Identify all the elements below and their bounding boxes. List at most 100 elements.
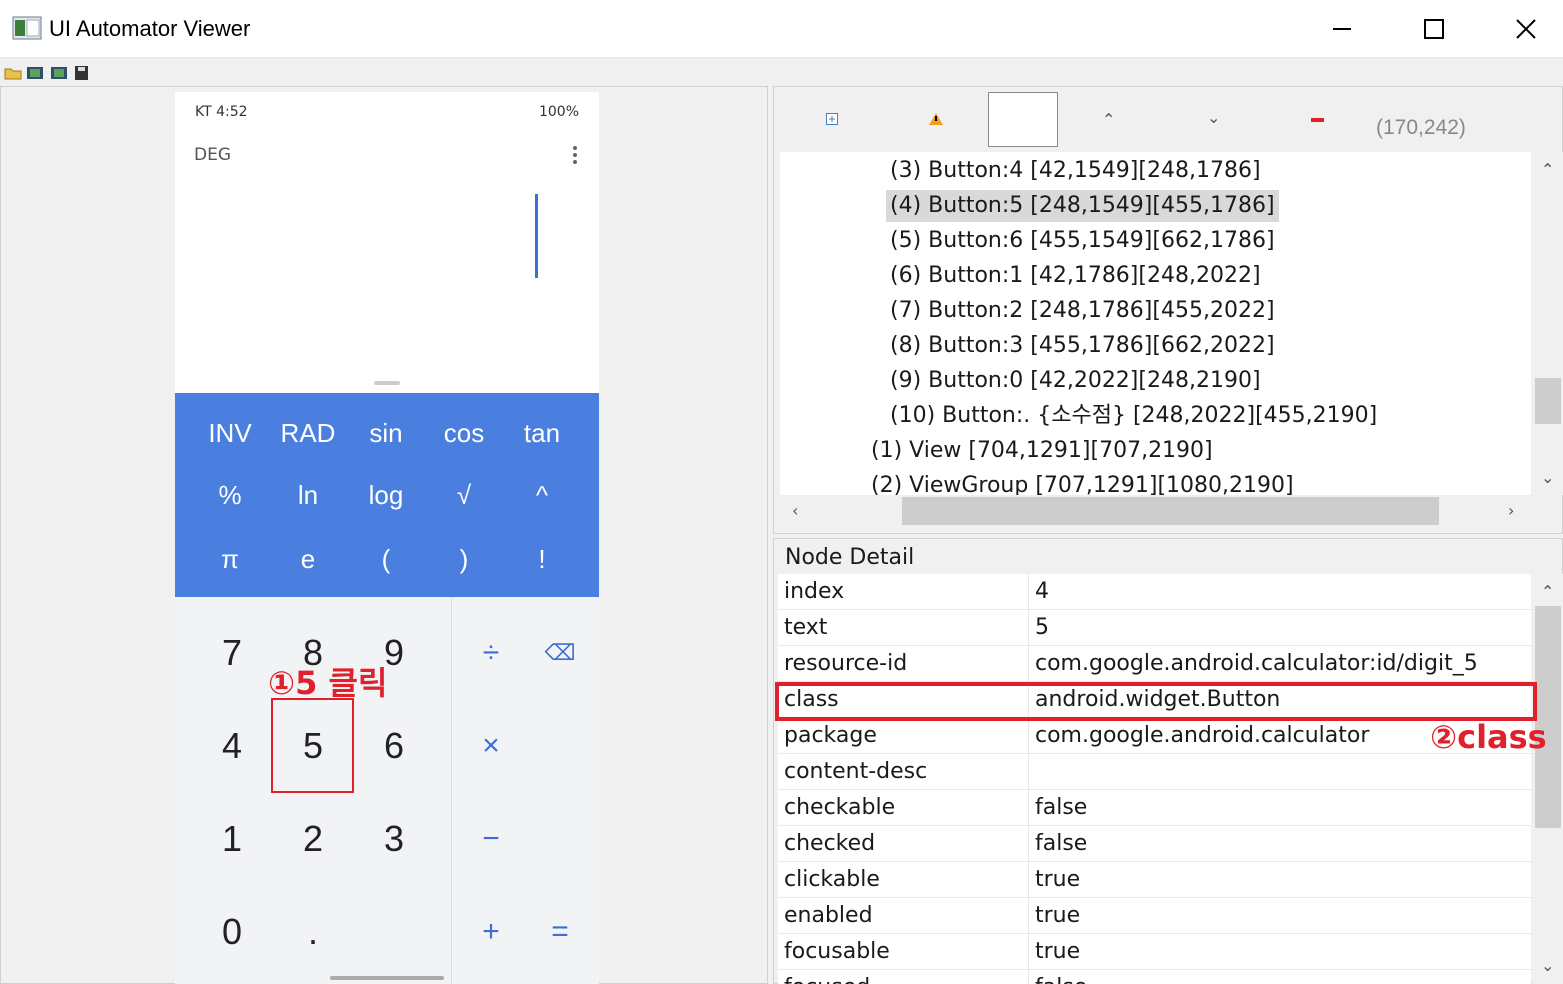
detail-key: enabled <box>784 903 873 928</box>
scientific-panel: INV RAD sin cos tan% ln log √ ^ π e()! <box>175 393 599 597</box>
warning-icon[interactable] <box>929 113 943 125</box>
sci-button[interactable]: e <box>269 539 347 579</box>
digit-button[interactable]: . <box>273 902 353 962</box>
detail-row[interactable]: checkable false <box>778 790 1531 826</box>
sci-button[interactable]: ) <box>425 539 503 579</box>
sci-button[interactable]: tan <box>503 413 581 453</box>
sci-button[interactable]: ln <box>269 475 347 515</box>
detail-row[interactable]: enabled true <box>778 898 1531 934</box>
expand-all-icon[interactable] <box>826 113 838 125</box>
tree-node[interactable]: (7) Button:2 [248,1786][455,2022] <box>886 295 1279 327</box>
tree-node[interactable]: (5) Button:6 [455,1549][662,1786] <box>886 225 1279 257</box>
column-divider <box>1028 574 1029 609</box>
detail-vscroll-thumb[interactable] <box>1535 606 1561 828</box>
detail-key: clickable <box>784 867 880 892</box>
main-toolbar <box>0 58 1563 86</box>
sci-button[interactable]: ! <box>503 539 581 579</box>
tree-node[interactable]: (9) Button:0 [42,2022][248,2190] <box>886 365 1265 397</box>
save-icon[interactable] <box>73 66 91 80</box>
scroll-right-icon[interactable]: › <box>1508 501 1514 520</box>
tree-hscroll-thumb[interactable] <box>902 497 1439 525</box>
maximize-button[interactable] <box>1388 0 1480 58</box>
maximize-icon <box>1424 19 1444 39</box>
backspace-button[interactable]: ⌫ <box>530 623 590 683</box>
tree-vertical-scrollbar[interactable]: ⌃ ⌄ <box>1532 152 1563 495</box>
tree-node[interactable]: (4) Button:5 [248,1549][455,1786] <box>886 190 1279 222</box>
sci-button[interactable]: RAD <box>269 413 347 453</box>
scroll-up-icon[interactable]: ⌃ <box>1541 160 1554 179</box>
digit-button[interactable]: 6 <box>354 716 434 776</box>
sci-button[interactable]: ( <box>347 539 425 579</box>
sci-button[interactable]: cos <box>425 413 503 453</box>
click-highlight-box <box>271 698 354 793</box>
minimize-button[interactable] <box>1296 0 1388 58</box>
detail-value: true <box>1035 939 1081 964</box>
operator-button[interactable]: − <box>461 809 521 869</box>
tree-node[interactable]: (1) View [704,1291][707,2190] <box>867 435 1217 467</box>
toggle-nafs-icon[interactable] <box>1311 118 1324 122</box>
sci-button[interactable]: ^ <box>503 475 581 515</box>
more-options-icon[interactable] <box>573 146 577 164</box>
scroll-left-icon[interactable]: ‹ <box>792 501 798 520</box>
column-divider <box>1028 718 1029 753</box>
digit-button[interactable]: 1 <box>192 809 272 869</box>
digit-button[interactable]: 3 <box>354 809 434 869</box>
detail-row[interactable]: focusable true <box>778 934 1531 970</box>
drag-handle[interactable] <box>374 381 400 385</box>
number-pad: 7 8 9 4 5 6 1 2 3 0. ÷ × − + ⌫ = <box>175 597 599 984</box>
sci-button[interactable]: sin <box>347 413 425 453</box>
close-button[interactable] <box>1480 0 1563 58</box>
detail-vertical-scrollbar[interactable]: ⌃ ⌄ <box>1532 574 1563 984</box>
screenshot-toggle-button[interactable] <box>988 92 1058 147</box>
operator-button[interactable]: × <box>461 716 521 776</box>
detail-row[interactable]: index 4 <box>778 574 1531 610</box>
column-divider <box>1028 754 1029 789</box>
tree-node[interactable]: (10) Button:. {소수점} [248,2022][455,2190] <box>886 400 1381 432</box>
hierarchy-tree[interactable]: (3) Button:4 [42,1549][248,1786] (4) Butt… <box>780 152 1531 495</box>
detail-row[interactable]: package com.google.android.calculator <box>778 718 1531 754</box>
detail-scroll-down-icon[interactable]: ⌄ <box>1541 956 1554 975</box>
device-screenshot-compressed-icon[interactable] <box>50 66 68 80</box>
next-node-icon[interactable]: ⌄ <box>1207 108 1220 127</box>
class-highlight-box <box>775 682 1537 721</box>
equals-button[interactable]: = <box>530 902 590 962</box>
detail-row[interactable]: content-desc <box>778 754 1531 790</box>
digit-button[interactable]: 2 <box>273 809 353 869</box>
tree-node[interactable]: (2) ViewGroup [707,1291][1080,2190] <box>867 470 1298 495</box>
detail-row[interactable]: text 5 <box>778 610 1531 646</box>
operator-button[interactable]: ÷ <box>461 623 521 683</box>
tree-vscroll-thumb[interactable] <box>1535 378 1561 424</box>
detail-scroll-up-icon[interactable]: ⌃ <box>1541 582 1554 601</box>
device-screenshot[interactable]: KT 4:52 100% DEG INV RAD sin cos tan% ln log √ ^… <box>175 92 599 984</box>
tree-horizontal-scrollbar[interactable]: ‹ › <box>780 495 1531 526</box>
step1-annotation: ①5 클릭 <box>268 664 388 702</box>
sci-button[interactable]: π <box>191 539 269 579</box>
detail-row[interactable]: checked false <box>778 826 1531 862</box>
status-carrier-time: KT 4:52 <box>195 104 248 120</box>
scroll-down-icon[interactable]: ⌄ <box>1541 468 1554 487</box>
detail-row[interactable]: focused false <box>778 970 1531 984</box>
pad-divider <box>451 597 452 984</box>
open-icon[interactable] <box>4 66 22 80</box>
detail-row[interactable]: resource-id com.google.android.calculator… <box>778 646 1531 682</box>
title-bar: UI Automator Viewer <box>0 0 1563 58</box>
sci-button[interactable]: log <box>347 475 425 515</box>
tree-node[interactable]: (3) Button:4 [42,1549][248,1786] <box>886 155 1265 187</box>
tree-node[interactable]: (6) Button:1 [42,1786][248,2022] <box>886 260 1265 292</box>
sci-button[interactable]: % <box>191 475 269 515</box>
column-divider <box>1028 862 1029 897</box>
previous-node-icon[interactable]: ⌃ <box>1102 110 1115 129</box>
device-screenshot-icon[interactable] <box>26 66 44 80</box>
detail-key: checkable <box>784 795 896 820</box>
detail-key: checked <box>784 831 876 856</box>
detail-row[interactable]: clickable true <box>778 862 1531 898</box>
digit-button[interactable]: 4 <box>192 716 272 776</box>
minimize-icon <box>1333 28 1351 30</box>
tree-node[interactable]: (8) Button:3 [455,1786][662,2022] <box>886 330 1279 362</box>
detail-key: text <box>784 615 828 640</box>
sci-button[interactable]: INV <box>191 413 269 453</box>
sci-button[interactable]: √ <box>425 475 503 515</box>
digit-button[interactable]: 0 <box>192 902 272 962</box>
digit-button[interactable]: 7 <box>192 623 272 683</box>
operator-button[interactable]: + <box>461 902 521 962</box>
